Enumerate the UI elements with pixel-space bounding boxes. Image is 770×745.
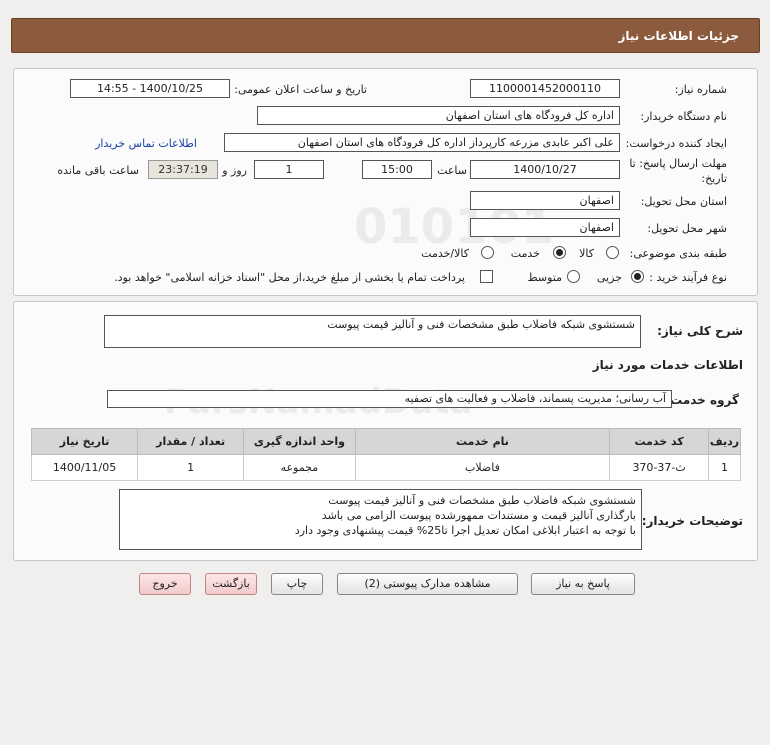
info-panel: 010101 شماره نیاز: 1100001452000110 تاری… — [13, 68, 758, 296]
buyer-note-line: با توجه به اعتبار ابلاغی امکان تعدیل اجر… — [294, 524, 636, 537]
summary-panel: ParsNamadData شرح کلی نیاز: شستشوی شبکه … — [13, 301, 758, 561]
category-option-goods: کالا — [579, 247, 594, 260]
col-quantity: تعداد / مقدار — [137, 428, 245, 455]
buyer-notes-label: توضیحات خریدار: — [641, 514, 743, 528]
services-table: ردیف کد خدمت نام خدمت واحد اندازه گیری ت… — [30, 428, 742, 481]
print-button[interactable]: چاپ — [271, 573, 323, 595]
service-group-field: آب رسانی؛ مدیریت پسماند، فاضلاب و فعالیت… — [107, 390, 672, 408]
exit-button[interactable]: خروج — [139, 573, 191, 595]
category-option-goods-service: کالا/خدمت — [421, 247, 469, 260]
buyer-org-field: اداره کل فرودگاه های استان اصفهان — [257, 106, 620, 125]
table-header-row: ردیف کد خدمت نام خدمت واحد اندازه گیری ت… — [30, 428, 742, 455]
category-radio-goods-service[interactable] — [481, 246, 494, 259]
col-row-number: ردیف — [707, 428, 742, 455]
general-desc-field: شستشوی شبکه فاضلاب طبق مشخصات فنی و آنال… — [104, 315, 641, 348]
contact-buyer-link[interactable]: اطلاعات تماس خریدار — [95, 137, 197, 150]
deadline-label: مهلت ارسال پاسخ: تا — [629, 157, 727, 170]
col-service-name: نام خدمت — [354, 428, 611, 455]
col-unit: واحد اندازه گیری — [243, 428, 356, 455]
remaining-label: ساعت باقی مانده — [57, 164, 139, 177]
announce-field: 1400/10/25 - 14:55 — [70, 79, 230, 98]
remaining-time-field: 23:37:19 — [148, 160, 218, 179]
buyer-note-line: بارگذاری آنالیز قیمت و مستندات ممهورشده … — [321, 509, 636, 522]
services-title: اطلاعات خدمات مورد نیاز — [592, 358, 743, 372]
page-header: جزئیات اطلاعات نیاز — [11, 18, 760, 53]
reply-button[interactable]: پاسخ به نیاز — [531, 573, 635, 595]
buyer-note-line: شستشوی شبکه فاضلاب طبق مشخصات فنی و آنال… — [328, 494, 636, 507]
table-row: 1 ث-37-370 فاضلاب مجموعه 1 1400/11/05 — [30, 454, 742, 481]
deadline-time-label: ساعت — [437, 164, 467, 177]
process-label: نوع فرآیند خرید : — [649, 271, 727, 284]
general-desc-label: شرح کلی نیاز: — [657, 324, 743, 338]
province-field: اصفهان — [470, 191, 620, 210]
deadline-time-field: 15:00 — [362, 160, 432, 179]
col-service-code: کد خدمت — [609, 428, 709, 455]
process-option-partial: جزیی — [596, 271, 622, 284]
deadline-date-field: 1400/10/27 — [470, 160, 620, 179]
col-need-date: تاریخ نیاز — [30, 428, 139, 455]
category-radio-goods[interactable] — [606, 246, 619, 259]
process-option-medium: متوسط — [527, 271, 562, 284]
category-radio-service[interactable] — [553, 246, 566, 259]
need-number-label: شماره نیاز: — [674, 83, 727, 96]
days-field: 1 — [254, 160, 324, 179]
buyer-org-label: نام دستگاه خریدار: — [640, 110, 727, 123]
city-field: اصفهان — [470, 218, 620, 237]
city-label: شهر محل تحویل: — [647, 222, 727, 235]
cell-need-date: 1400/11/05 — [30, 454, 139, 481]
announce-label: تاریخ و ساعت اعلان عمومی: — [234, 83, 367, 96]
payment-note: پرداخت تمام یا بخشی از مبلغ خرید،از محل … — [114, 271, 465, 284]
service-group-label: گروه خدمت: — [665, 393, 739, 407]
cell-service-code: ث-37-370 — [609, 454, 709, 481]
days-label: روز و — [222, 164, 247, 177]
process-radio-partial[interactable] — [631, 270, 644, 283]
page-title: جزئیات اطلاعات نیاز — [618, 29, 739, 43]
deadline-label-date: تاریخ: — [701, 172, 727, 185]
requester-field: علی اکبر عابدی مزرعه کارپرداز اداره کل ف… — [224, 133, 620, 152]
category-label: طبقه بندی موضوعی: — [629, 247, 727, 260]
back-button[interactable]: بازگشت — [205, 573, 257, 595]
buyer-notes-field: شستشوی شبکه فاضلاب طبق مشخصات فنی و آنال… — [119, 489, 642, 550]
cell-quantity: 1 — [137, 454, 245, 481]
category-option-service: خدمت — [510, 247, 540, 260]
treasury-payment-checkbox[interactable] — [480, 270, 493, 283]
cell-unit: مجموعه — [243, 454, 356, 481]
view-attachments-button[interactable]: مشاهده مدارک پیوستی (2) — [337, 573, 518, 595]
cell-row-number: 1 — [707, 454, 742, 481]
cell-service-name: فاضلاب — [354, 454, 611, 481]
requester-label: ایجاد کننده درخواست: — [625, 137, 727, 150]
process-radio-medium[interactable] — [567, 270, 580, 283]
need-number-field: 1100001452000110 — [470, 79, 620, 98]
province-label: استان محل تحویل: — [640, 195, 727, 208]
